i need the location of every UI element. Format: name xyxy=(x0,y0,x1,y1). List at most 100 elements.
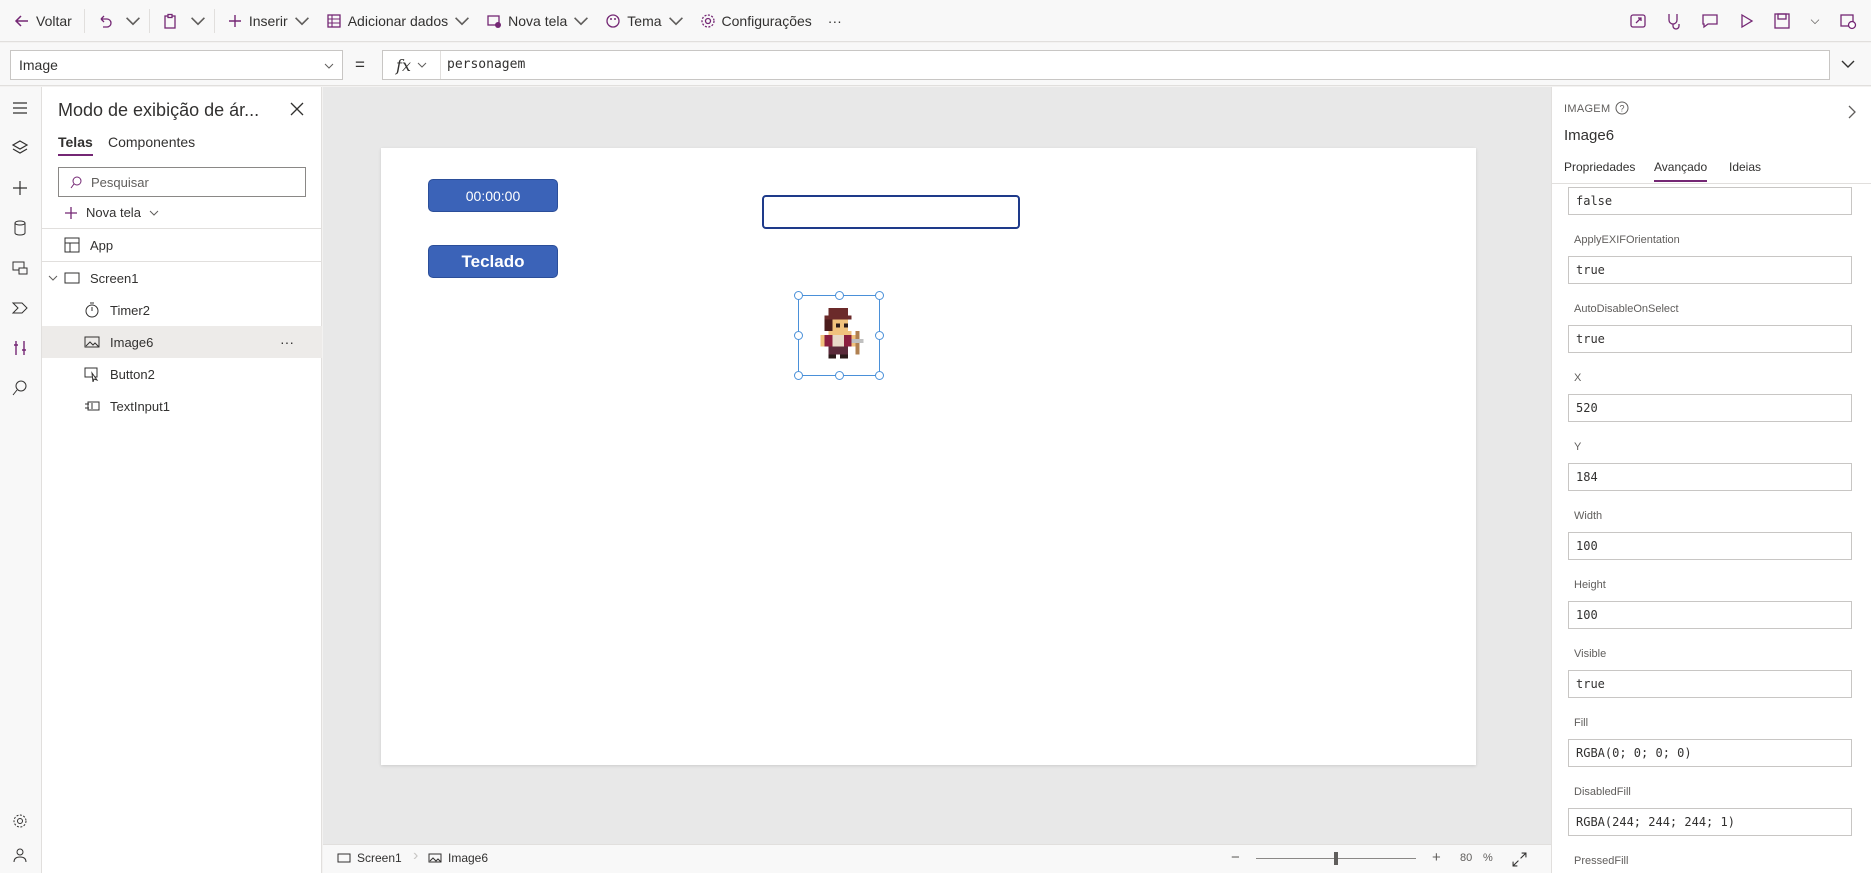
breadcrumb-screen[interactable]: Screen1 xyxy=(337,851,402,865)
property-value-field[interactable]: 100 xyxy=(1568,601,1852,629)
fit-to-window-icon[interactable] xyxy=(1512,852,1527,867)
property-label: PressedFill xyxy=(1574,855,1629,867)
stethoscope-icon[interactable] xyxy=(1665,12,1683,30)
text-input-control[interactable] xyxy=(762,195,1020,229)
property-value-field[interactable]: RGBA(0; 0; 0; 0) xyxy=(1568,739,1852,767)
undo-icon xyxy=(100,15,112,28)
timer-control[interactable]: 00:00:00 xyxy=(428,179,558,212)
chevron-down-icon xyxy=(455,16,470,25)
control-name[interactable]: Image6 xyxy=(1564,127,1614,144)
undo-dropdown[interactable] xyxy=(121,0,145,42)
new-screen-button[interactable]: Nova tela xyxy=(64,205,159,220)
tab-screens[interactable]: Telas xyxy=(58,134,93,156)
tree-item-screen1[interactable]: Screen1 xyxy=(42,262,322,294)
fx-button[interactable]: fx xyxy=(383,51,441,79)
tab-advanced[interactable]: Avançado xyxy=(1654,160,1708,182)
search-icon[interactable] xyxy=(9,377,31,399)
undo-button[interactable] xyxy=(89,0,121,42)
data-icon[interactable] xyxy=(9,217,31,239)
search-input[interactable]: Pesquisar xyxy=(58,167,306,197)
tree-item-button2[interactable]: Button2 xyxy=(42,358,322,390)
theme-button[interactable]: Tema xyxy=(597,0,691,42)
app-screen[interactable]: 00:00:00 Teclado xyxy=(381,148,1476,765)
theme-label: Tema xyxy=(627,12,662,29)
image-icon xyxy=(84,336,100,348)
power-automate-icon[interactable] xyxy=(9,297,31,319)
property-value-field[interactable]: true xyxy=(1568,670,1852,698)
property-value-field[interactable]: true xyxy=(1568,325,1852,353)
formula-input-box[interactable]: fx personagem xyxy=(382,50,1830,80)
close-icon[interactable] xyxy=(290,102,304,116)
settings-button[interactable]: Configurações xyxy=(692,0,820,42)
zoom-out-button[interactable]: − xyxy=(1231,849,1240,866)
resize-handle[interactable] xyxy=(794,291,803,300)
tree-item-timer2[interactable]: Timer2 xyxy=(42,294,322,326)
breadcrumb-control[interactable]: Image6 xyxy=(428,851,488,865)
tree-view-icon[interactable] xyxy=(9,137,31,159)
paste-dropdown[interactable] xyxy=(186,0,210,42)
property-label: Y xyxy=(1574,441,1582,453)
divider xyxy=(148,8,150,33)
more-options-button[interactable]: ··· xyxy=(280,334,294,350)
keyboard-button[interactable]: Teclado xyxy=(428,245,558,278)
properties-tabs: Propriedades Avançado Ideias xyxy=(1564,160,1864,184)
collapse-panel-icon[interactable] xyxy=(1846,105,1858,119)
resize-handle[interactable] xyxy=(794,371,803,380)
tab-components[interactable]: Componentes xyxy=(108,134,195,150)
property-selector[interactable]: Image xyxy=(10,50,343,80)
property-value-field[interactable]: 520 xyxy=(1568,394,1852,422)
new-screen-button[interactable]: Nova tela xyxy=(478,0,597,42)
insert-icon[interactable] xyxy=(9,177,31,199)
resize-handle[interactable] xyxy=(875,371,884,380)
save-icon[interactable] xyxy=(1773,12,1791,30)
back-button[interactable]: Voltar xyxy=(0,0,80,42)
insert-button[interactable]: Inserir xyxy=(219,0,318,42)
more-button[interactable]: ··· xyxy=(820,0,850,42)
tree-item-textinput1[interactable]: TextInput1 xyxy=(42,390,322,422)
zoom-slider-thumb[interactable] xyxy=(1334,852,1338,865)
tab-ideas[interactable]: Ideias xyxy=(1729,160,1761,174)
property-value-field[interactable]: true xyxy=(1568,256,1852,284)
chevron-down-icon xyxy=(190,16,205,25)
menu-icon[interactable] xyxy=(9,97,31,119)
resize-handle[interactable] xyxy=(794,331,803,340)
virtual-agent-icon[interactable] xyxy=(9,844,31,866)
help-icon[interactable]: ? xyxy=(1615,101,1629,115)
chevron-down-icon[interactable] xyxy=(1809,12,1821,30)
tree-item-image6[interactable]: Image6 ··· xyxy=(42,326,322,358)
panel-title: Modo de exibição de ár... xyxy=(58,100,260,120)
property-value-field[interactable]: 184 xyxy=(1568,463,1852,491)
advanced-tools-icon[interactable] xyxy=(9,337,31,359)
zoom-in-button[interactable]: + xyxy=(1432,849,1441,866)
expand-formula-icon[interactable] xyxy=(1840,56,1856,72)
image-control[interactable] xyxy=(794,291,884,380)
publish-icon[interactable] xyxy=(1839,12,1857,30)
property-value-field[interactable]: RGBA(244; 244; 244; 1) xyxy=(1568,808,1852,836)
resize-handle[interactable] xyxy=(835,291,844,300)
chevron-down-icon[interactable] xyxy=(48,273,58,283)
property-value-field[interactable]: 100 xyxy=(1568,532,1852,560)
comment-icon[interactable] xyxy=(1701,12,1719,30)
settings-gear-icon[interactable] xyxy=(9,810,31,832)
table-icon xyxy=(327,13,341,28)
media-icon[interactable] xyxy=(9,257,31,279)
screen-icon xyxy=(64,272,80,284)
tree-item-label: TextInput1 xyxy=(110,398,170,414)
play-icon[interactable] xyxy=(1737,12,1755,30)
share-icon[interactable] xyxy=(1629,12,1647,30)
zoom-slider[interactable] xyxy=(1256,852,1416,865)
tree-item-label: App xyxy=(90,237,114,253)
arrow-left-icon xyxy=(14,14,28,27)
button-icon xyxy=(84,367,99,382)
fx-label: fx xyxy=(396,55,411,75)
resize-handle[interactable] xyxy=(875,291,884,300)
tab-properties[interactable]: Propriedades xyxy=(1564,160,1635,174)
property-value-field[interactable]: false xyxy=(1568,187,1852,215)
breadcrumb-control-label: Image6 xyxy=(448,851,489,865)
add-data-button[interactable]: Adicionar dados xyxy=(318,0,478,42)
resize-handle[interactable] xyxy=(835,371,844,380)
resize-handle[interactable] xyxy=(875,331,884,340)
tree-item-app[interactable]: App xyxy=(42,229,322,261)
paste-button[interactable] xyxy=(154,0,186,42)
formula-expression[interactable]: personagem xyxy=(447,57,525,72)
